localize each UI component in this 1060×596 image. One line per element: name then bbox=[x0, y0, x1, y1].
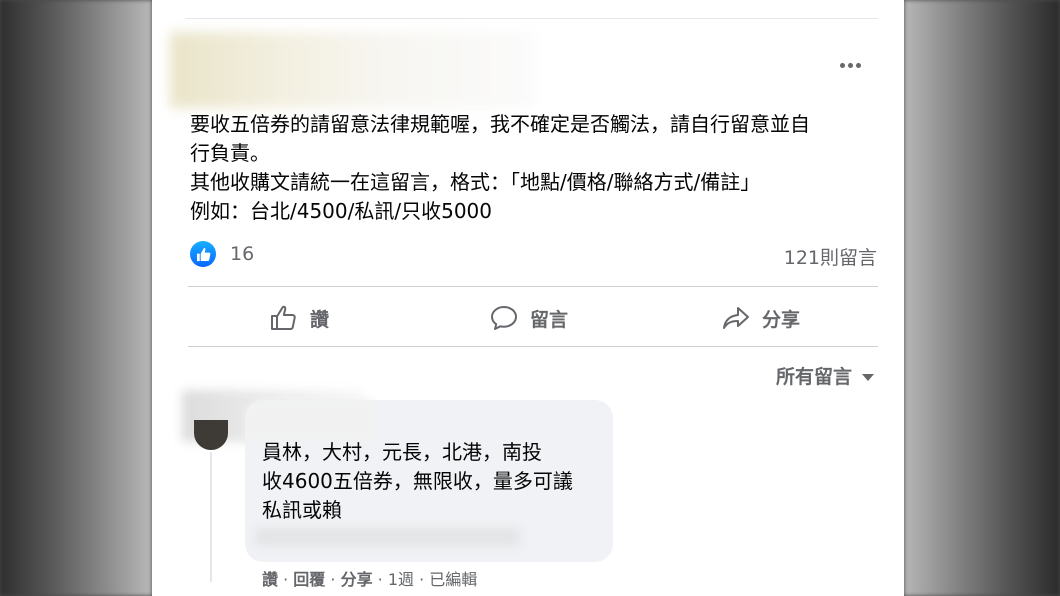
blurred-commenter-name bbox=[245, 400, 375, 440]
top-divider bbox=[185, 18, 878, 19]
background-left bbox=[0, 0, 152, 596]
post-text-line: 其他收購文請統一在這留言，格式：「地點/價格/聯絡方式/備註」 bbox=[190, 170, 761, 194]
comment-count-link[interactable]: 121則留言 bbox=[784, 243, 877, 270]
comment-icon bbox=[491, 306, 517, 330]
reaction-count: 16 bbox=[230, 243, 255, 265]
actions-bottom-divider bbox=[188, 346, 878, 347]
blurred-comment-line bbox=[255, 528, 520, 546]
background-right bbox=[904, 0, 1060, 596]
comment-time[interactable]: 1週 bbox=[388, 570, 414, 589]
post-body: 要收五倍券的請留意法律規範喔，我不確定是否觸法，請自行留意並自 行負責。 其他收… bbox=[190, 110, 850, 226]
more-icon bbox=[839, 62, 845, 68]
post-text-line: 要收五倍券的請留意法律規範喔，我不確定是否觸法，請自行留意並自 bbox=[190, 112, 810, 136]
comment-text-line: 員林，大村，元長，北港，南投 bbox=[262, 440, 542, 464]
share-button[interactable]: 分享 bbox=[722, 300, 800, 336]
more-options-button[interactable] bbox=[832, 52, 868, 78]
comment-text-line: 私訊或賴 bbox=[262, 498, 342, 522]
post-text-line: 行負責。 bbox=[190, 141, 270, 165]
comment-text-line: 收4600五倍券，無限收，量多可議 bbox=[262, 469, 573, 493]
like-button[interactable]: 讚 bbox=[270, 300, 329, 336]
commenter-avatar[interactable] bbox=[194, 420, 228, 450]
comment-sort-dropdown[interactable]: 所有留言 bbox=[776, 362, 874, 389]
share-label: 分享 bbox=[762, 308, 801, 331]
comment-text: 員林，大村，元長，北港，南投 收4600五倍券，無限收，量多可議 私訊或賴 bbox=[262, 438, 573, 525]
comment-edited: 已編輯 bbox=[429, 570, 478, 589]
actions-top-divider bbox=[188, 286, 878, 287]
thumbs-up-icon bbox=[271, 305, 296, 330]
comment-like-link[interactable]: 讚 bbox=[262, 570, 278, 589]
comment-label: 留言 bbox=[530, 308, 569, 331]
caret-down-icon bbox=[862, 373, 874, 381]
comment-reply-link[interactable]: 回覆 bbox=[293, 570, 325, 589]
share-icon bbox=[723, 307, 749, 329]
comment-thread-line bbox=[210, 452, 212, 582]
post-card: 要收五倍券的請留意法律規範喔，我不確定是否觸法，請自行留意並自 行負責。 其他收… bbox=[152, 0, 904, 596]
comment-meta: 讚 · 回覆 · 分享 · 1週 · 已編輯 bbox=[262, 570, 478, 589]
like-reaction-icon bbox=[190, 241, 216, 267]
like-label: 讚 bbox=[310, 308, 330, 331]
blurred-post-header bbox=[170, 32, 535, 108]
reactions-summary[interactable]: 16 bbox=[190, 241, 254, 267]
comment-button[interactable]: 留言 bbox=[490, 300, 568, 336]
sort-label: 所有留言 bbox=[775, 366, 852, 388]
post-text-line: 例如：台北/4500/私訊/只收5000 bbox=[190, 199, 493, 223]
comment-share-link[interactable]: 分享 bbox=[341, 570, 373, 589]
comment-bubble: 員林，大村，元長，北港，南投 收4600五倍券，無限收，量多可議 私訊或賴 bbox=[245, 400, 613, 562]
